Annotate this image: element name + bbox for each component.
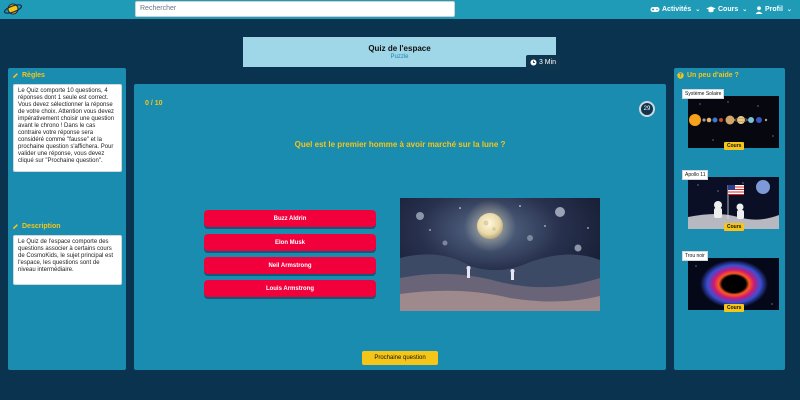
next-question-button[interactable]: Prochaine question bbox=[362, 351, 438, 365]
answer-option-4[interactable]: Louis Armstrong bbox=[204, 280, 376, 297]
question-text: Quel est le premier homme à avoir marché… bbox=[294, 140, 506, 149]
chevron-down-icon: ⌄ bbox=[742, 7, 748, 13]
description-text: Le Quiz de l'espace comporte des questio… bbox=[18, 239, 114, 273]
nav-activities-label: Activités bbox=[662, 6, 692, 13]
cours-button-apollo[interactable]: Cours bbox=[724, 223, 745, 231]
cours-button-blackhole[interactable]: Cours bbox=[724, 304, 745, 312]
help-heading: ? Un peu d'aide ? bbox=[677, 72, 739, 79]
answer-option-2[interactable]: Elon Musk bbox=[204, 234, 376, 251]
search-input[interactable]: Rechercher bbox=[135, 1, 455, 17]
cours-button-solar[interactable]: Cours bbox=[724, 142, 745, 150]
help-heading-label: Un peu d'aide ? bbox=[687, 72, 739, 79]
chevron-down-icon: ⌄ bbox=[786, 7, 792, 13]
help-card-label-solar: Système Solaire bbox=[682, 89, 725, 99]
quiz-duration-text: 3 Min bbox=[538, 59, 557, 66]
gamepad-icon bbox=[650, 7, 660, 12]
description-text-box: Le Quiz de l'espace comporte des questio… bbox=[13, 235, 122, 285]
rules-heading-label: Règles bbox=[22, 72, 45, 79]
svg-text:?: ? bbox=[679, 73, 682, 79]
quiz-subtitle: Puzzle bbox=[390, 54, 409, 60]
chevron-down-icon: ⌄ bbox=[695, 7, 701, 13]
nav-profile[interactable]: Profil ⌄ bbox=[755, 0, 792, 19]
solar-system-image[interactable] bbox=[688, 96, 779, 148]
answer-option-3[interactable]: Neil Armstrong bbox=[204, 257, 376, 274]
pencil-icon bbox=[13, 73, 18, 78]
graduation-cap-icon bbox=[706, 6, 716, 13]
nav-courses-label: Cours bbox=[718, 6, 739, 13]
description-heading: Description bbox=[12, 223, 61, 230]
clock-icon bbox=[530, 59, 537, 66]
score-counter: 0 / 10 bbox=[145, 100, 163, 107]
user-icon bbox=[755, 5, 763, 14]
rules-heading: Règles bbox=[12, 72, 45, 79]
top-navbar: Rechercher Activités ⌄ Cours ⌄ Profil ⌄ bbox=[0, 0, 800, 19]
moon-landscape-image bbox=[400, 198, 600, 311]
help-card-label-blackhole: Trou noir bbox=[682, 251, 708, 261]
description-heading-label: Description bbox=[22, 223, 61, 230]
apollo-11-image[interactable] bbox=[688, 177, 779, 229]
quiz-title: Quiz de l'espace bbox=[368, 44, 431, 53]
nav-activities[interactable]: Activités ⌄ bbox=[650, 0, 700, 19]
black-hole-image[interactable] bbox=[688, 258, 779, 310]
help-card-label-apollo: Apollo 11 bbox=[682, 170, 709, 180]
countdown-timer: 29 bbox=[639, 101, 655, 117]
answer-option-1[interactable]: Buzz Aldrin bbox=[204, 210, 376, 227]
question-circle-icon: ? bbox=[677, 72, 684, 79]
nav-courses[interactable]: Cours ⌄ bbox=[706, 0, 747, 19]
quiz-title-card: Quiz de l'espace Puzzle bbox=[243, 37, 556, 67]
quiz-duration-badge: 3 Min bbox=[526, 55, 560, 70]
rules-text: Le Quiz comporte 10 questions, 4 réponse… bbox=[18, 88, 115, 164]
rules-text-box: Le Quiz comporte 10 questions, 4 réponse… bbox=[13, 84, 122, 172]
pencil-icon bbox=[13, 224, 18, 229]
nav-profile-label: Profil bbox=[765, 6, 783, 13]
planet-logo-icon[interactable] bbox=[3, 1, 23, 17]
